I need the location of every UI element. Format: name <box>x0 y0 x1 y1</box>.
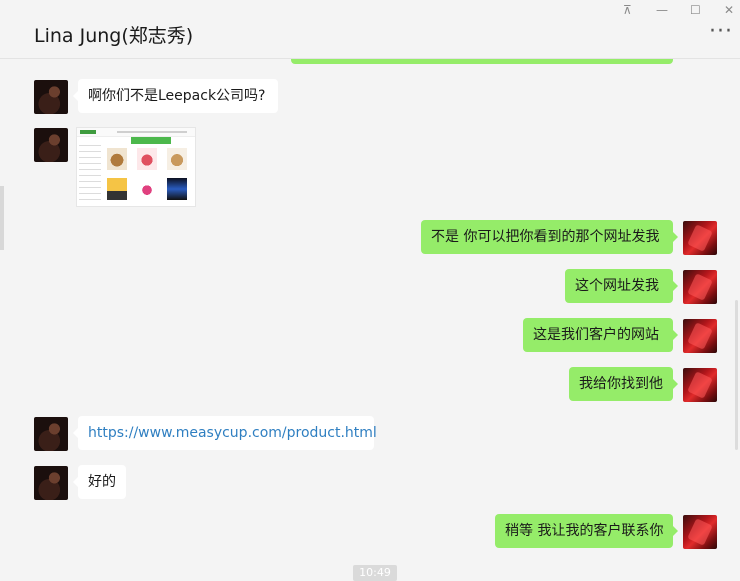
message-bubble[interactable]: 这是我们客户的网站 <box>523 318 678 352</box>
my-avatar[interactable] <box>683 270 717 304</box>
message-bubble[interactable]: 稍等 我让我的客户联系你 <box>495 514 678 548</box>
my-avatar[interactable] <box>683 515 717 549</box>
message-bubble[interactable]: 啊你们不是Leepack公司吗? <box>73 79 278 113</box>
thumbnail-banner <box>131 137 171 144</box>
chat-title: Lina Jung(郑志秀) <box>34 25 194 47</box>
product-image <box>137 178 157 200</box>
thumbnail-nav-bar <box>117 131 187 133</box>
my-avatar[interactable] <box>683 368 717 402</box>
chat-header: Lina Jung(郑志秀) ⊼ — ☐ ✕ ··· <box>0 0 740 59</box>
contact-avatar[interactable] <box>34 466 68 500</box>
message-bubble[interactable]: 我给你找到他 <box>569 367 678 401</box>
message-bubble[interactable]: 不是 你可以把你看到的那个网址发我 <box>421 220 678 254</box>
pin-icon[interactable]: ⊼ <box>623 3 632 17</box>
scrollbar[interactable] <box>735 300 738 450</box>
my-avatar[interactable] <box>683 319 717 353</box>
image-message-thumbnail[interactable] <box>76 127 196 207</box>
link-message[interactable]: https://www.measycup.com/product.html <box>73 416 377 450</box>
product-image <box>107 148 127 170</box>
my-avatar[interactable] <box>683 221 717 255</box>
thumbnail-sidebar <box>79 140 101 202</box>
more-options-icon[interactable]: ··· <box>709 21 733 43</box>
contact-avatar[interactable] <box>34 128 68 162</box>
close-icon[interactable]: ✕ <box>724 3 734 17</box>
product-image <box>137 148 157 170</box>
message-bubble[interactable]: 好的 <box>73 465 126 499</box>
contact-avatar[interactable] <box>34 417 68 451</box>
product-image <box>167 178 187 200</box>
product-image <box>167 148 187 170</box>
minimize-icon[interactable]: — <box>656 3 668 17</box>
contact-avatar[interactable] <box>34 80 68 114</box>
leepack-logo-graphic <box>80 130 96 134</box>
message-bubble[interactable]: 这个网址发我 <box>565 269 678 303</box>
product-image <box>107 178 127 200</box>
left-edge-indicator <box>0 186 4 250</box>
maximize-icon[interactable]: ☐ <box>690 3 701 17</box>
